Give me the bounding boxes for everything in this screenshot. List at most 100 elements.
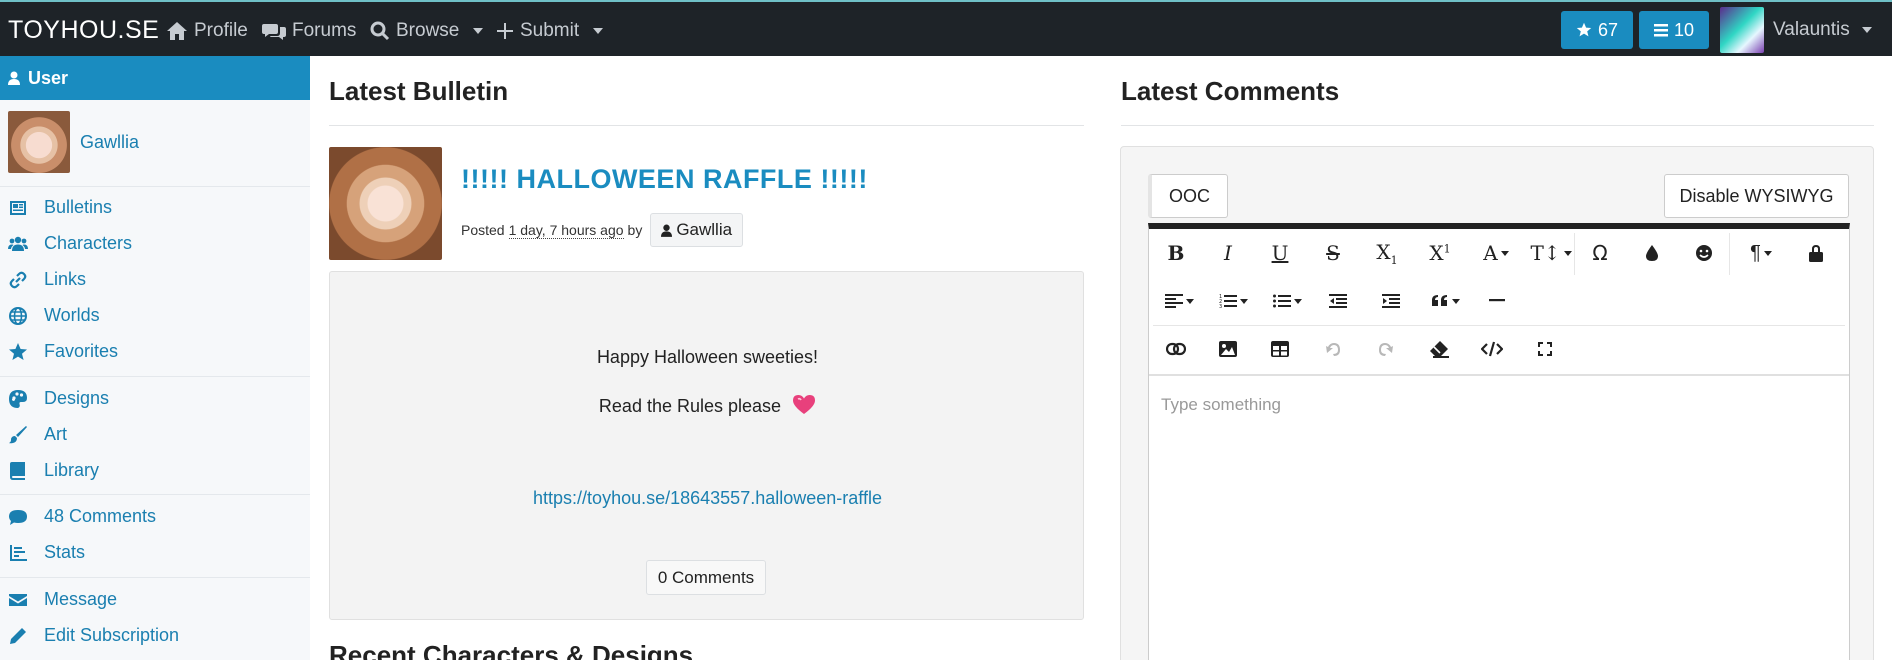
sidebar-username[interactable]: Gawllia [80,132,139,153]
envelope-icon [9,593,27,606]
ordered-list-icon: 123 [1219,294,1237,309]
author-link[interactable]: Gawllia [650,213,744,247]
unordered-list-dropdown[interactable] [1269,286,1305,316]
strikethrough-button[interactable]: S [1320,238,1346,268]
nav-browse-dropdown[interactable]: Browse [370,20,484,42]
code-view-button[interactable] [1478,334,1506,364]
underline-button[interactable]: U [1267,238,1293,268]
svg-text:3: 3 [1219,304,1222,309]
sidebar-item-label: Stats [44,542,86,562]
indent-button[interactable] [1378,286,1404,316]
bold-icon: B [1167,241,1185,265]
user-icon [8,71,20,85]
chevron-down-icon [473,28,484,34]
italic-icon: I [1224,241,1232,265]
sidebar-item-edit-subscription[interactable]: Edit Subscription [8,625,179,646]
image-icon [1219,341,1237,357]
chevron-down-icon [593,28,604,34]
user-avatar[interactable] [8,111,70,173]
insert-table-button[interactable] [1267,334,1293,364]
superscript-button[interactable]: X1 [1425,238,1455,268]
nav-submit-dropdown[interactable]: Submit [496,20,604,42]
sidebar-user[interactable]: Gawllia [8,111,139,173]
italic-button[interactable]: I [1215,238,1241,268]
sidebar-item-message[interactable]: Message [8,589,117,610]
sidebar-item-label: Characters [44,233,133,253]
sidebar-item-bulletins[interactable]: Bulletins [8,197,112,218]
nav-forums-link[interactable]: Forums [262,20,356,42]
bar-chart-icon [10,544,27,561]
emoticons-button[interactable] [1691,238,1717,268]
user-menu-dropdown[interactable]: Valauntis [1773,19,1872,41]
clear-formatting-button[interactable] [1426,334,1452,364]
indent-icon [1382,294,1400,308]
sidebar-item-label: 48 Comments [44,506,157,526]
font-size-dropdown[interactable]: T↕ [1530,238,1572,268]
comment-textarea[interactable]: Type something [1161,395,1281,415]
sidebar-item-art[interactable]: Art [8,424,67,445]
undo-icon [1326,343,1340,356]
insert-image-button[interactable] [1215,334,1241,364]
sidebar-item-comments[interactable]: 48 Comments [8,506,156,527]
table-icon [1271,341,1289,357]
rich-text-editor: B I U S X1 X1 A T↕ Ω ¶ 123 Type somethin… [1148,223,1850,660]
insert-link-button[interactable] [1163,334,1189,364]
sidebar-item-characters[interactable]: Characters [8,233,132,254]
smile-icon [1696,245,1712,261]
outdent-button[interactable] [1325,286,1351,316]
lists-count-button[interactable]: 10 [1639,11,1709,49]
top-navbar: TOYHOU.SE Profile Forums Browse Submit 6… [0,0,1892,56]
sidebar-item-stats[interactable]: Stats [8,542,85,563]
align-dropdown[interactable] [1161,286,1197,316]
bulletin-section-title: Latest Bulletin [329,76,509,106]
bulletin-line-text: Read the Rules please [598,396,782,416]
lock-button[interactable] [1804,238,1828,268]
sidebar-item-label: Worlds [44,305,100,325]
sidebar-item-designs[interactable]: Designs [8,388,109,409]
highlight-button[interactable] [1639,238,1665,268]
toolbar-separator [1153,325,1845,326]
text-color-dropdown[interactable]: A [1478,238,1514,268]
sidebar-item-label: Library [44,460,100,480]
ordered-list-dropdown[interactable]: 123 [1215,286,1251,316]
comment-form: OOC Disable WYSIWYG B I U S X1 X1 A T↕ Ω… [1120,146,1874,660]
subscript-button[interactable]: X1 [1372,238,1402,268]
fullscreen-button[interactable] [1532,334,1558,364]
user-icon [661,224,673,237]
sidebar: User Gawllia Bulletins Characters Links … [0,56,310,660]
ooc-toggle[interactable]: OOC [1148,174,1228,218]
sidebar-item-links[interactable]: Links [8,269,86,290]
omega-icon: Ω [1592,241,1608,265]
undo-button[interactable] [1320,334,1346,364]
sidebar-item-favorites[interactable]: Favorites [8,341,118,362]
favorites-count-button[interactable]: 67 [1561,11,1633,49]
redo-button[interactable] [1373,334,1399,364]
username-label: Valauntis [1773,19,1850,40]
code-icon [1481,341,1503,357]
recent-characters-title: Recent Characters & Designs [329,640,694,660]
sidebar-item-worlds[interactable]: Worlds [8,305,100,326]
comment-icon [9,509,27,525]
divider [329,125,1084,126]
disable-wysiwyg-button[interactable]: Disable WYSIWYG [1664,174,1849,218]
brand-logo[interactable]: TOYHOU.SE [8,16,159,45]
sidebar-item-label: Designs [44,388,110,408]
paragraph-format-dropdown[interactable]: ¶ [1743,238,1779,268]
bulletin-title-link[interactable]: !!!!! HALLOWEEN RAFFLE !!!!! [461,164,868,195]
sidebar-item-library[interactable]: Library [8,460,99,481]
raffle-link[interactable]: https://toyhou.se/18643557.halloween-raf… [330,488,1085,509]
home-icon [167,22,187,40]
comments-count-button[interactable]: 0 Comments [646,560,766,595]
avatar[interactable] [1720,7,1764,53]
nav-forums-label: Forums [292,20,357,41]
quote-dropdown[interactable] [1425,286,1465,316]
text-height-icon: T↕ [1530,241,1561,265]
bold-button[interactable]: B [1163,238,1189,268]
users-icon [8,236,28,251]
bulletin-thumbnail[interactable] [329,147,442,260]
outdent-icon [1329,294,1347,308]
horizontal-rule-button[interactable] [1484,286,1510,316]
expand-icon [1538,342,1552,356]
special-characters-button[interactable]: Ω [1587,238,1613,268]
nav-profile-link[interactable]: Profile [166,20,248,42]
